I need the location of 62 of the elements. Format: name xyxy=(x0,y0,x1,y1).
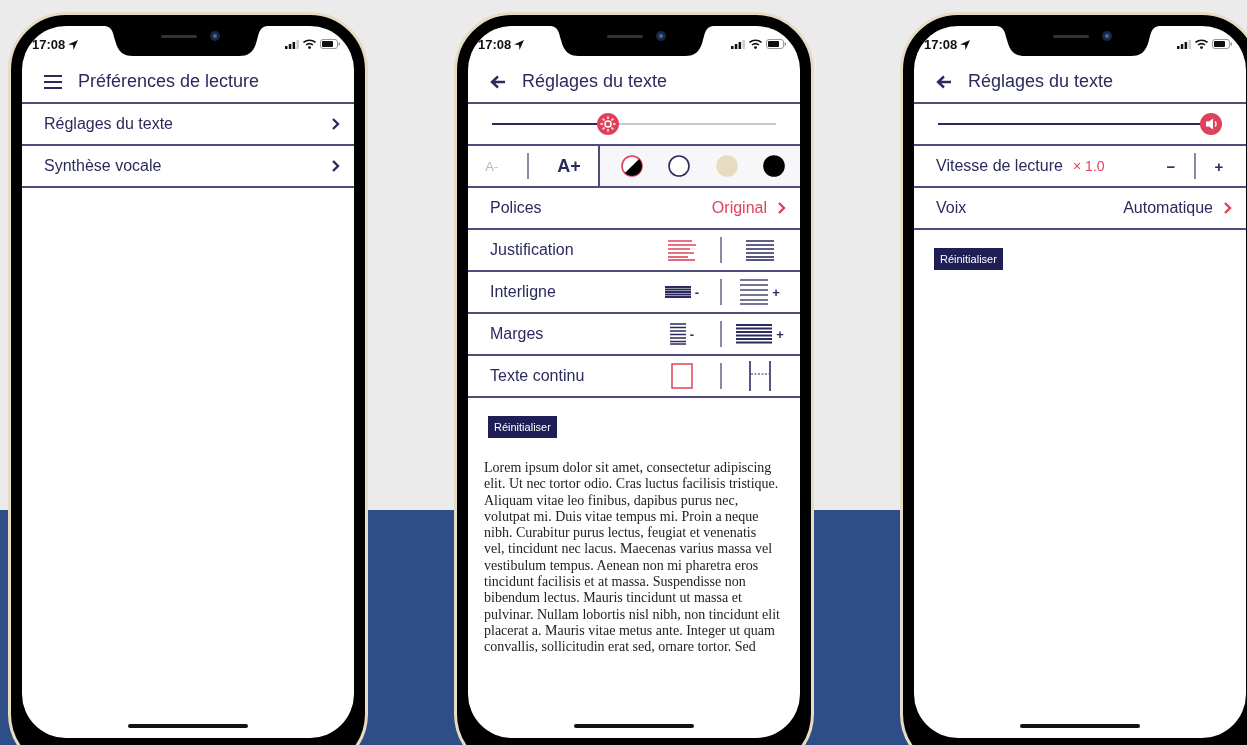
continuous-scroll-icon xyxy=(748,361,772,391)
decrease-speed-button[interactable]: − xyxy=(1158,155,1184,177)
row-label: Marges xyxy=(490,325,544,343)
back-arrow-icon[interactable] xyxy=(490,74,506,89)
voice-value: Automatique xyxy=(1123,199,1213,217)
menu-icon[interactable] xyxy=(44,74,62,89)
wifi-icon xyxy=(303,39,316,49)
option-button[interactable]: + xyxy=(734,317,786,351)
row-label: Interligne xyxy=(490,283,556,301)
spaced-lines-icon xyxy=(740,279,769,305)
slider-thumb[interactable] xyxy=(596,113,619,135)
battery-icon xyxy=(766,39,786,49)
wifi-icon xyxy=(749,39,762,49)
contrast-theme-icon[interactable] xyxy=(620,155,643,177)
clock-time: 17:08 xyxy=(478,37,512,52)
narrow-lines-icon xyxy=(669,323,686,345)
reset-button[interactable]: Réinitialiser xyxy=(488,416,557,438)
voice-row[interactable]: Voix Automatique xyxy=(914,188,1246,230)
row-label: Polices xyxy=(490,199,542,217)
reset-button[interactable]: Réinitialiser xyxy=(934,248,1003,270)
increase-font-button[interactable]: A+ xyxy=(551,153,587,179)
row-label: Texte continu xyxy=(490,367,585,385)
menu-item[interactable]: Réglages du texte xyxy=(22,104,354,146)
option-button[interactable]: - xyxy=(656,317,708,351)
wifi-icon xyxy=(1195,39,1208,49)
clock-time: 17:08 xyxy=(924,37,958,52)
wide-lines-icon xyxy=(736,324,773,344)
signal-icon xyxy=(731,39,745,49)
location-arrow-icon xyxy=(960,39,971,50)
signal-icon xyxy=(1177,39,1191,49)
battery-icon xyxy=(1212,39,1232,49)
back-arrow-icon[interactable] xyxy=(936,74,952,89)
item-label: Réglages du texte xyxy=(44,115,173,133)
signal-icon xyxy=(285,39,299,49)
chevron-right-icon[interactable] xyxy=(331,117,340,131)
screen-title: Préférences de lecture xyxy=(78,71,260,92)
item-label: Synthèse vocale xyxy=(44,157,162,175)
theme-swatch[interactable] xyxy=(763,155,786,177)
increase-speed-button[interactable]: + xyxy=(1206,155,1232,177)
menu-item[interactable]: Synthèse vocale xyxy=(22,146,354,188)
option-button[interactable]: + xyxy=(734,275,786,309)
row-label: Justification xyxy=(490,241,574,259)
font-value: Original xyxy=(711,199,767,217)
slider-thumb[interactable] xyxy=(1200,113,1222,135)
chevron-right-icon[interactable] xyxy=(331,159,340,173)
font-row[interactable]: Polices Original xyxy=(468,188,800,230)
ragged-lines-icon xyxy=(668,239,696,261)
speed-value: × 1.0 xyxy=(1072,158,1105,174)
option-button[interactable]: - xyxy=(656,275,708,309)
row-label: Vitesse de lecture xyxy=(936,157,1063,175)
screen-title: Réglages du texte xyxy=(522,71,668,92)
location-arrow-icon xyxy=(68,39,79,50)
row-label: Voix xyxy=(936,199,967,217)
theme-swatch[interactable] xyxy=(668,155,691,177)
preview-paragraph: Lorem ipsum dolor sit amet, consectetur adipiscing elit. Ut nec tortor odio. Cras luctus facilisis tristique. Aliquam vitae leo finibus, dapibus purus nec, volutpat mi. Duis vitae tempus mi. Proin a neque nibh. Curabitur purus lectus, feugiat et venenatis vel, tincidunt nec lacus. Maecenas varius massa vel vestibulum tempus. Aenean non mi pharetra eros tincidunt facilisis et at massa. Suspendisse non bibendum lectus. Mauris tincidunt ut massa et pulvinar. Nullam lobortis nisl nibh, non tincidunt elit placerat a. Mauris vitae metus ante. Integer ut quam convallis, sollicitudin erat sed, ornare tortor. Sed xyxy=(483,460,781,656)
dense-lines-icon xyxy=(664,286,691,298)
screen-title: Réglages du texte xyxy=(968,71,1114,92)
battery-icon xyxy=(320,39,340,49)
location-arrow-icon xyxy=(514,39,525,50)
page-outline-icon xyxy=(671,363,693,389)
justified-lines-icon xyxy=(746,239,774,261)
clock-time: 17:08 xyxy=(32,37,66,52)
